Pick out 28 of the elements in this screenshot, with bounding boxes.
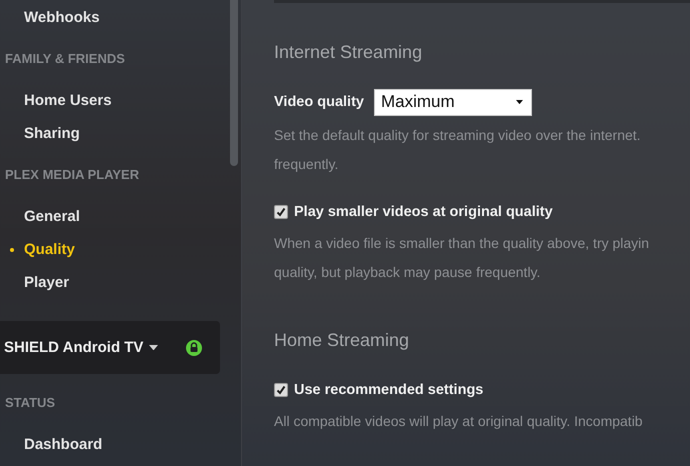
- sidebar-link[interactable]: Player: [0, 266, 70, 299]
- sidebar-heading: FAMILY & FRIENDS: [5, 51, 125, 66]
- checkbox[interactable]: [274, 205, 288, 219]
- section-title: Home Streaming: [274, 328, 410, 352]
- sidebar-link[interactable]: Sharing: [0, 117, 80, 150]
- sidebar-link[interactable]: Home Users: [0, 84, 112, 117]
- sidebar-link[interactable]: General: [0, 200, 80, 233]
- setting-description: frequently.: [274, 156, 338, 172]
- scrollbar[interactable]: [230, 0, 238, 166]
- checkbox[interactable]: [274, 383, 288, 397]
- section-title: Internet Streaming: [274, 40, 424, 64]
- device-selector[interactable]: SHIELD Android TV: [4, 339, 158, 356]
- sidebar-heading: PLEX MEDIA PLAYER: [5, 167, 140, 182]
- sidebar-link[interactable]: Quality: [0, 233, 75, 266]
- field-label: Video quality: [274, 94, 364, 110]
- sidebar-link[interactable]: Dashboard: [0, 428, 102, 461]
- lock-icon: [186, 340, 202, 356]
- caret-icon: [516, 100, 523, 104]
- checkbox-label[interactable]: Use recommended settings: [294, 382, 484, 398]
- setting-description: Set the default quality for streaming video over the internet.: [274, 126, 641, 142]
- setting-description: quality, but playback may pause frequently.: [274, 264, 540, 280]
- quality-select[interactable]: Maximum: [374, 88, 532, 116]
- caret-icon: [149, 344, 158, 350]
- sidebar-link[interactable]: Webhooks: [0, 1, 100, 34]
- setting-description: When a video file is smaller than the quality above, try playin: [274, 234, 650, 250]
- sidebar-heading: STATUS: [5, 395, 56, 410]
- checkbox-label[interactable]: Play smaller videos at original quality: [294, 204, 553, 220]
- setting-description: All compatible videos will play at original quality. Incompatib: [274, 412, 643, 428]
